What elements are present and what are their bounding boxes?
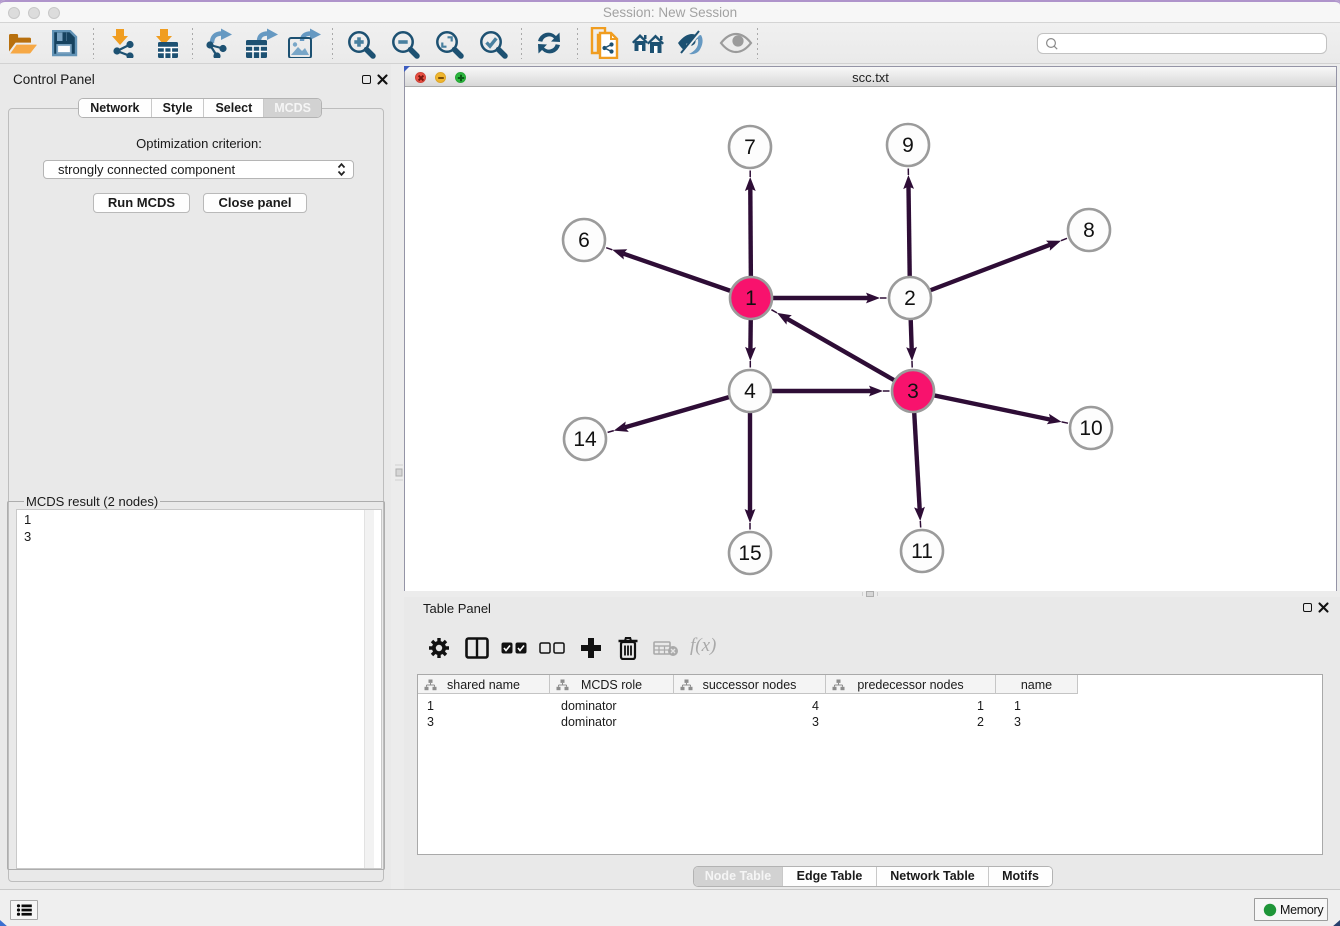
svg-text:11: 11 xyxy=(911,540,933,563)
svg-text:4: 4 xyxy=(744,380,756,403)
svg-text:8: 8 xyxy=(1083,219,1095,242)
svg-text:2: 2 xyxy=(904,287,916,310)
svg-text:1: 1 xyxy=(745,287,757,310)
svg-text:9: 9 xyxy=(902,134,914,157)
svg-text:7: 7 xyxy=(744,136,756,159)
svg-text:10: 10 xyxy=(1079,417,1102,440)
svg-text:15: 15 xyxy=(738,542,761,565)
svg-text:6: 6 xyxy=(578,229,590,252)
svg-text:3: 3 xyxy=(907,380,919,403)
svg-text:14: 14 xyxy=(573,428,597,451)
